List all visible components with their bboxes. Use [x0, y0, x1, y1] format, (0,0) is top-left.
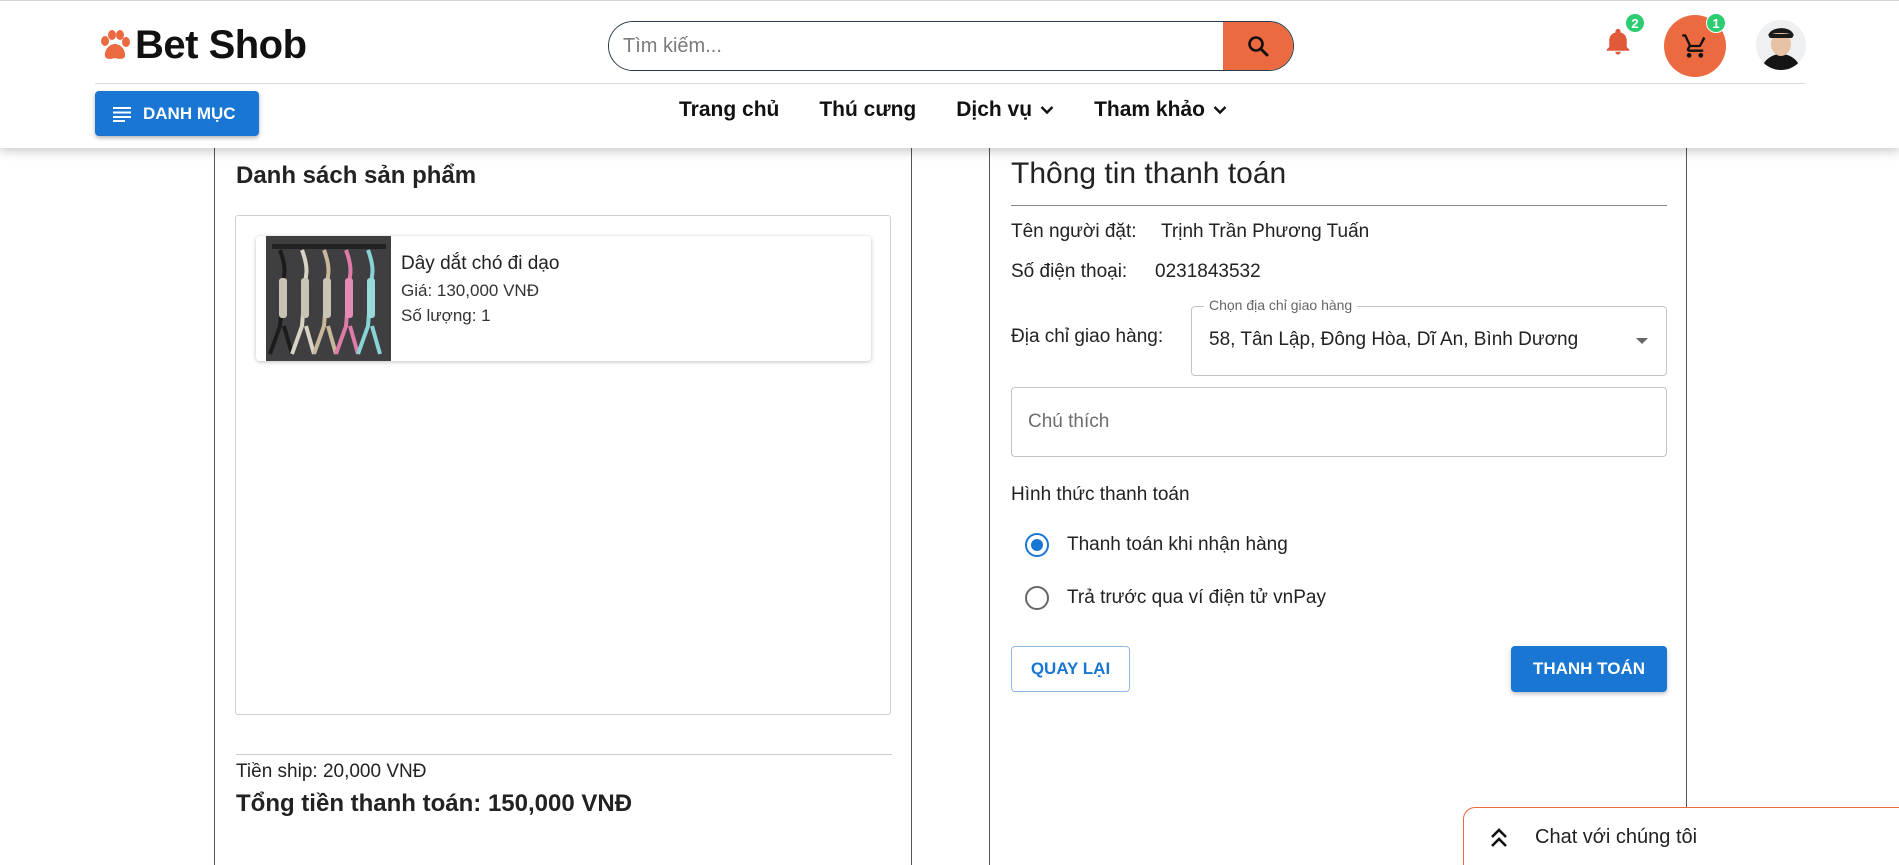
- chat-widget[interactable]: Chat với chúng tôi: [1463, 807, 1899, 865]
- address-select-value: 58, Tân Lập, Đông Hòa, Dĩ An, Bình Dương: [1209, 329, 1579, 350]
- shipping-fee: Tiền ship: 20,000 VNĐ: [236, 761, 427, 782]
- nav-item-services[interactable]: Dịch vụ: [956, 98, 1054, 122]
- cart-count-badge: 1: [1706, 13, 1726, 33]
- product-list-title: Danh sách sản phẩm: [236, 162, 477, 189]
- nav-item-references-label: Tham khảo: [1094, 98, 1205, 121]
- header-divider: [95, 83, 1806, 84]
- search-bar: [608, 21, 1294, 71]
- user-avatar-image: [1756, 20, 1806, 70]
- menu-icon: [113, 106, 131, 122]
- paw-icon: [101, 29, 130, 59]
- payment-method-vnpay-label: Trả trước qua ví điện tử vnPay: [1067, 587, 1326, 608]
- category-menu-label: DANH MỤC: [143, 103, 236, 123]
- cart-button[interactable]: 1: [1664, 13, 1726, 77]
- chevron-down-icon: [1040, 106, 1054, 115]
- phone-value: 0231843532: [1155, 261, 1261, 282]
- back-button[interactable]: QUAY LẠI: [1011, 646, 1130, 692]
- payment-method-cod[interactable]: Thanh toán khi nhận hàng: [1025, 533, 1288, 557]
- phone-label: Số điện thoại:: [1011, 261, 1128, 282]
- payment-method-vnpay[interactable]: Trả trước qua ví điện tử vnPay: [1025, 586, 1326, 610]
- buyer-name-label: Tên người đặt:: [1011, 221, 1137, 242]
- address-select-legend: Chọn địa chỉ giao hàng: [1204, 297, 1358, 313]
- product-image: [266, 236, 391, 361]
- nav-item-pets[interactable]: Thú cưng: [819, 98, 916, 122]
- radio-cod[interactable]: [1025, 533, 1049, 557]
- chevron-down-icon: [1213, 106, 1227, 115]
- buyer-name-value: Trịnh Trần Phương Tuấn: [1161, 221, 1370, 242]
- dropdown-arrow-icon: [1636, 338, 1648, 344]
- pay-button[interactable]: THANH TOÁN: [1511, 646, 1667, 692]
- payment-title-divider: [1011, 205, 1667, 206]
- order-total: Tổng tiền thanh toán: 150,000 VNĐ: [236, 790, 633, 817]
- product-list: Dây dắt chó đi dạo Giá: 130,000 VNĐ Số l…: [235, 215, 891, 715]
- nav-item-references[interactable]: Tham khảo: [1094, 98, 1227, 122]
- product-name: Dây dắt chó đi dạo: [401, 253, 560, 274]
- nav-item-home[interactable]: Trang chủ: [679, 98, 779, 122]
- payment-method-label: Hình thức thanh toán: [1011, 484, 1190, 505]
- category-menu-button[interactable]: DANH MỤC: [95, 91, 259, 136]
- site-header: Bet Shob 2 1: [0, 0, 1899, 148]
- user-avatar[interactable]: [1756, 20, 1806, 70]
- search-button[interactable]: [1223, 22, 1293, 70]
- note-input[interactable]: [1012, 388, 1666, 456]
- address-label: Địa chỉ giao hàng:: [1011, 326, 1164, 347]
- notification-button[interactable]: 2: [1603, 13, 1645, 62]
- address-select[interactable]: Chọn địa chỉ giao hàng 58, Tân Lập, Đông…: [1191, 297, 1667, 376]
- brand-name: Bet Shob: [135, 23, 307, 67]
- payment-info-panel: Thông tin thanh toán Tên người đặt: Trịn…: [989, 130, 1687, 865]
- bell-icon: [1606, 28, 1630, 55]
- nav-item-services-label: Dịch vụ: [956, 98, 1033, 121]
- main-nav: Trang chủ Thú cưng Dịch vụ Tham khảo: [679, 98, 1227, 122]
- product-quantity: Số lượng: 1: [401, 306, 491, 325]
- radio-vnpay[interactable]: [1025, 586, 1049, 610]
- chat-widget-label: Chat với chúng tôi: [1535, 826, 1698, 848]
- chevrons-up-icon: [1491, 827, 1507, 847]
- cart-icon: [1682, 34, 1706, 58]
- search-icon: [1248, 36, 1269, 57]
- search-input[interactable]: [609, 22, 1223, 70]
- product-card[interactable]: Dây dắt chó đi dạo Giá: 130,000 VNĐ Số l…: [256, 236, 871, 361]
- notification-count-badge: 2: [1625, 13, 1645, 33]
- payment-info-title: Thông tin thanh toán: [1011, 157, 1287, 190]
- brand-logo[interactable]: Bet Shob: [97, 23, 307, 68]
- note-field: [1011, 387, 1667, 457]
- payment-method-cod-label: Thanh toán khi nhận hàng: [1067, 534, 1288, 555]
- product-list-panel: Danh sách sản phẩm Dây dắt chó đi dạo Gi…: [214, 130, 912, 865]
- summary-divider: [236, 754, 892, 755]
- product-price: Giá: 130,000 VNĐ: [401, 281, 539, 300]
